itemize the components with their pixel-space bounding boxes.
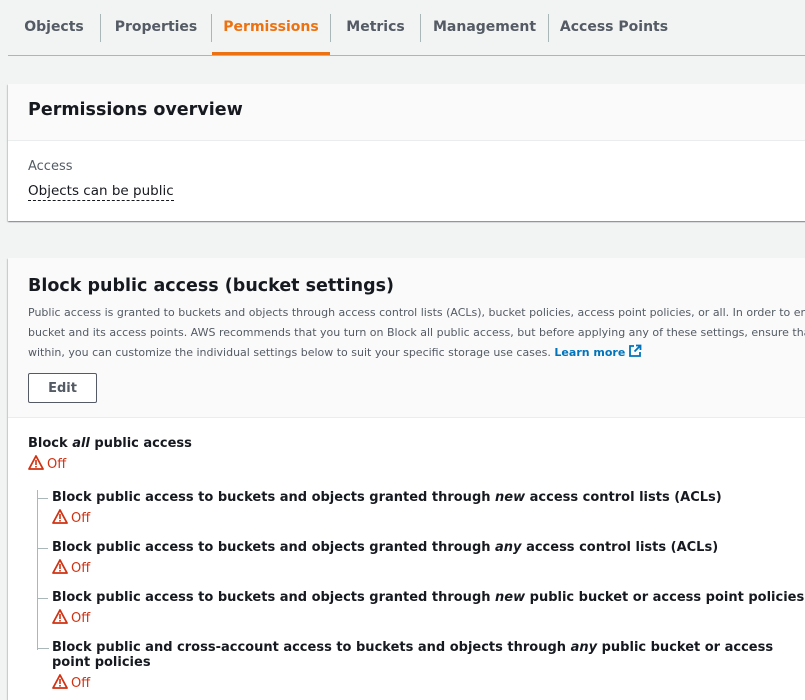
- sub-setting-any-policies: Block public and cross-account access to…: [37, 630, 805, 693]
- status-indicator: Off: [52, 509, 722, 528]
- label-emphasis: all: [72, 436, 90, 451]
- label-text: Block public and cross-account access to…: [52, 640, 571, 655]
- label-emphasis: new: [495, 590, 526, 605]
- sub-setting-label: Block public access to buckets and objec…: [52, 540, 718, 555]
- description-line: within, you can customize the individual…: [28, 343, 788, 365]
- tab-label: Objects: [24, 19, 84, 35]
- block-all-public-access-label: Block all public access: [28, 436, 192, 451]
- sub-setting-any-acls: Block public access to buckets and objec…: [37, 540, 718, 578]
- permissions-overview-panel: Permissions overview Access Objects can …: [8, 84, 805, 221]
- status-indicator: Off: [52, 674, 805, 693]
- tab-label: Properties: [114, 19, 198, 35]
- panel-header: Permissions overview: [8, 84, 805, 141]
- tree-connector: [37, 490, 38, 650]
- label-text: access control lists (ACLs): [525, 490, 722, 505]
- access-value[interactable]: Objects can be public: [28, 183, 174, 201]
- warning-triangle-icon: [52, 674, 68, 693]
- status-text: Off: [71, 511, 91, 526]
- status-text: Off: [71, 561, 91, 576]
- label-text: Block public access to buckets and objec…: [52, 490, 496, 505]
- panel-title: Permissions overview: [28, 100, 243, 120]
- tab-properties[interactable]: Properties: [101, 0, 211, 54]
- label-text: public bucket or access point policies: [525, 590, 805, 605]
- tab-permissions[interactable]: Permissions: [212, 0, 330, 55]
- warning-triangle-icon: [52, 559, 68, 578]
- tree-branch: [37, 598, 48, 599]
- external-link-icon: [628, 344, 642, 365]
- warning-triangle-icon: [52, 609, 68, 628]
- warning-triangle-icon: [52, 509, 68, 528]
- sub-setting-label: Block public and cross-account access to…: [52, 640, 805, 670]
- warning-triangle-icon: [28, 455, 44, 474]
- tree-branch: [37, 498, 48, 499]
- sub-setting-label: Block public access to buckets and objec…: [52, 490, 722, 505]
- status-indicator: Off: [52, 609, 804, 628]
- label-text: access control lists (ACLs): [521, 540, 719, 555]
- status-text: Off: [71, 611, 91, 626]
- label-text: Block public access to buckets and objec…: [52, 590, 496, 605]
- label-text: public access: [89, 436, 192, 451]
- panel-header: Block public access (bucket settings) Pu…: [8, 258, 805, 418]
- status-text: Off: [71, 676, 91, 691]
- tab-management[interactable]: Management: [421, 0, 548, 54]
- tree-branch: [37, 548, 48, 549]
- status-indicator: Off: [52, 559, 718, 578]
- label-emphasis: any: [495, 540, 522, 555]
- label-text: Block public access to buckets and objec…: [52, 540, 496, 555]
- tab-access-points[interactable]: Access Points: [549, 0, 679, 54]
- tab-metrics[interactable]: Metrics: [331, 0, 420, 54]
- access-label: Access: [28, 159, 73, 174]
- tab-label: Management: [432, 19, 537, 35]
- label-emphasis: new: [495, 490, 526, 505]
- learn-more-link[interactable]: Learn more: [554, 344, 642, 359]
- panel-title: Block public access (bucket settings): [28, 276, 395, 296]
- sub-setting-new-acls: Block public access to buckets and objec…: [37, 490, 722, 528]
- panel-description: Public access is granted to buckets and …: [28, 303, 805, 365]
- tab-objects[interactable]: Objects: [8, 0, 100, 54]
- description-line: Public access is granted to buckets and …: [28, 306, 805, 319]
- sub-setting-label: Block public access to buckets and objec…: [52, 590, 804, 605]
- description-line: bucket and its access points. AWS recomm…: [28, 326, 805, 339]
- tab-label: Permissions: [223, 19, 319, 35]
- label-emphasis: any: [570, 640, 598, 655]
- status-text: Off: [47, 457, 67, 472]
- tab-label: Metrics: [346, 19, 405, 35]
- label-text: Block: [28, 436, 73, 451]
- learn-more-label: Learn more: [554, 346, 626, 359]
- description-text: within, you can customize the individual…: [28, 346, 551, 359]
- tree-branch: [37, 630, 49, 649]
- sub-setting-new-policies: Block public access to buckets and objec…: [37, 590, 804, 628]
- status-indicator: Off: [28, 455, 66, 474]
- tab-label: Access Points: [559, 19, 669, 35]
- block-public-access-panel: Block public access (bucket settings) Pu…: [8, 258, 805, 700]
- edit-button[interactable]: Edit: [28, 373, 97, 403]
- tab-bar: Objects Properties Permissions Metrics M…: [8, 0, 805, 56]
